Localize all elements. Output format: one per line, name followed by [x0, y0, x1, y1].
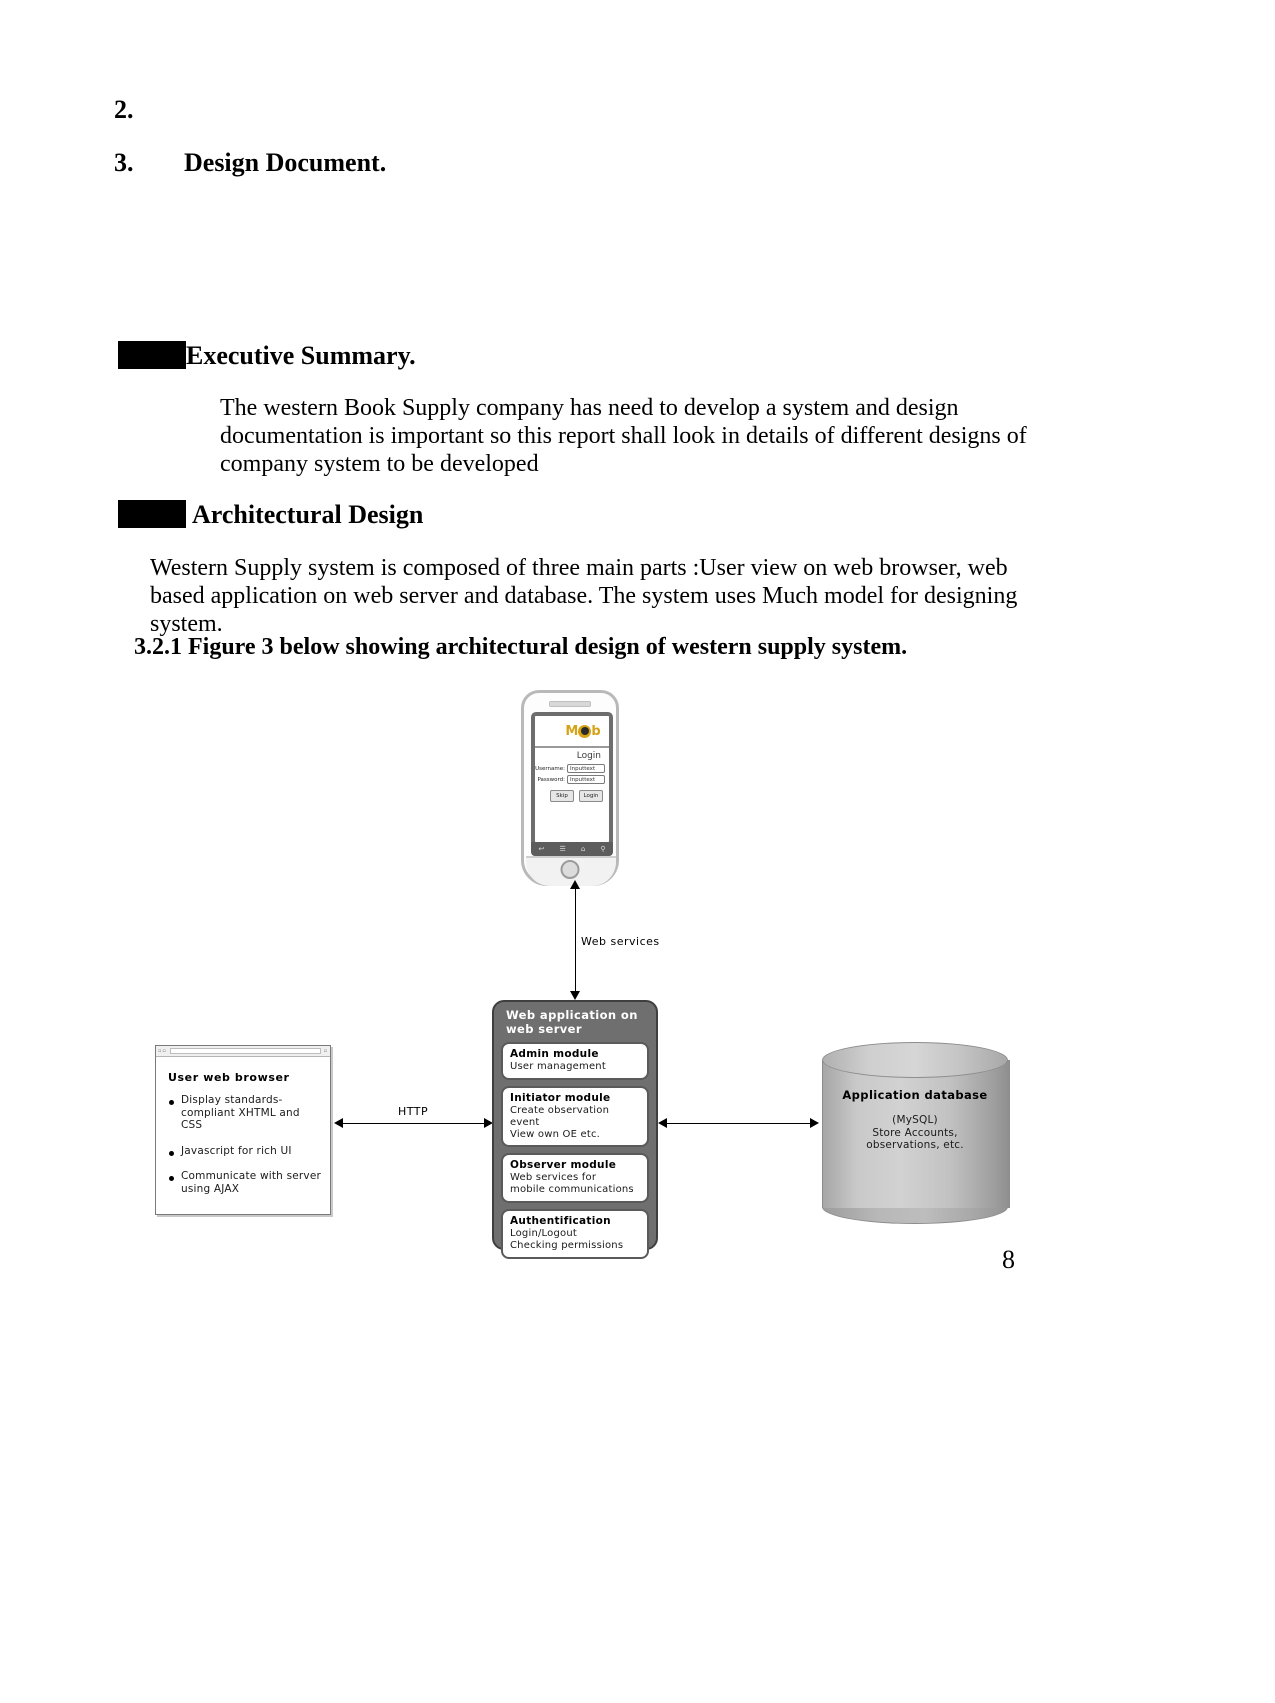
module-authentification-title: Authentification [510, 1214, 611, 1227]
redaction-block-arch-design [118, 500, 186, 528]
module-authentification: Authentification Login/Logout Checking pe… [501, 1208, 649, 1259]
connector-label-web-services: Web services [581, 935, 660, 948]
connector-arrow-right-db [810, 1118, 819, 1128]
phone-navigation-bar: ↩ ☰ ⌂ ⚲ [531, 842, 613, 856]
menu-icon[interactable]: ☰ [559, 845, 565, 853]
module-initiator: Initiator module Create observation even… [501, 1085, 649, 1148]
figure-caption: 3.2.1 Figure 3 below showing architectur… [134, 634, 908, 660]
logo-letter-m: M [565, 723, 579, 739]
trackball-icon[interactable] [560, 860, 580, 879]
connector-phone-server-line [575, 886, 576, 994]
eye-icon [578, 724, 592, 738]
connector-arrow-left-db [658, 1118, 667, 1128]
redaction-block-exec-summary [118, 341, 186, 369]
mobile-phone-mockup: M b Login Username: Inputtext Password: … [521, 690, 619, 886]
module-initiator-sub: Create observation event View own OE etc. [510, 1104, 610, 1140]
login-button[interactable]: Login [579, 790, 603, 802]
exec-summary-body: The western Book Supply company has need… [220, 395, 1027, 478]
browser-title: User web browser [168, 1071, 290, 1084]
module-observer-title: Observer module [510, 1159, 617, 1172]
back-icon[interactable]: ↩ [539, 845, 545, 853]
db-text-block: Application database (MySQL) Store Accoun… [822, 1088, 1008, 1152]
db-top-ellipse [822, 1042, 1008, 1078]
exec-summary-heading: Executive Summary. [186, 341, 416, 370]
module-initiator-title: Initiator module [510, 1091, 611, 1104]
username-label: Username: [535, 765, 565, 772]
app-logo-row: M b [535, 716, 609, 748]
connector-arrow-up [570, 880, 580, 889]
module-observer: Observer module Web services for mobile c… [501, 1153, 649, 1203]
browser-bullet-2: Javascript for rich UI [168, 1145, 322, 1158]
password-label: Password: [537, 776, 565, 783]
browser-address-bar[interactable] [169, 1048, 321, 1054]
architecture-diagram: M b Login Username: Inputtext Password: … [0, 680, 1275, 1280]
skip-button[interactable]: Skip [550, 790, 574, 802]
browser-content: User web browser Display standards-compl… [156, 1057, 330, 1196]
password-input[interactable]: Inputtext [567, 775, 605, 784]
logo-letter-b: b [591, 723, 601, 739]
module-observer-sub: Web services for mobile communications [510, 1172, 634, 1196]
phone-screen: M b Login Username: Inputtext Password: … [535, 716, 609, 842]
db-subtitle: (MySQL) Store Accounts, observations, etc. [866, 1114, 964, 1152]
password-row: Password: Inputtext [535, 775, 605, 784]
arch-design-heading: Architectural Design [192, 500, 424, 529]
section-number: 3. [114, 148, 134, 177]
browser-bullet-1: Display standards-compliant XHTML and CS… [168, 1094, 322, 1132]
phone-screen-frame: M b Login Username: Inputtext Password: … [531, 712, 613, 846]
browser-bullet-3: Communicate with server using AJAX [168, 1170, 322, 1195]
mob-logo: M b [565, 724, 600, 739]
search-icon[interactable]: ⚲ [600, 845, 605, 853]
server-title: Web application on web server [506, 1008, 638, 1036]
home-icon[interactable]: ⌂ [581, 845, 585, 853]
phone-button-row: Skip Login [535, 790, 603, 802]
module-admin-title: Admin module [510, 1048, 599, 1061]
section-title: Design Document. [184, 148, 387, 177]
connector-server-db-line [665, 1123, 815, 1124]
connector-arrow-down [570, 991, 580, 1000]
browser-controls-icon: ▫▫ [158, 1048, 167, 1054]
module-admin-sub: User management [510, 1061, 606, 1073]
db-title: Application database [842, 1088, 988, 1102]
browser-toolbar: ▫▫ ▫ [156, 1046, 330, 1057]
arch-design-body: Western Supply system is composed of thr… [150, 555, 1018, 638]
connector-arrow-left-http [334, 1118, 343, 1128]
username-row: Username: Inputtext [535, 764, 605, 773]
module-authentification-sub: Login/Logout Checking permissions [510, 1227, 624, 1251]
browser-menu-icon: ▫ [323, 1048, 328, 1054]
document-page: 2. 3. Design Document. Executive Summary… [0, 0, 1275, 1703]
web-application-server-box: Web application on web server Admin modu… [492, 1000, 658, 1259]
connector-browser-server-line [342, 1123, 488, 1124]
user-web-browser-window: ▫▫ ▫ User web browser Display standards-… [155, 1045, 331, 1215]
module-admin: Admin module User management [501, 1042, 649, 1080]
application-database-cylinder: Application database (MySQL) Store Accoun… [822, 1042, 1010, 1224]
list-item-2: 2. [114, 95, 134, 124]
login-title: Login [576, 751, 601, 761]
phone-speaker-icon [549, 701, 591, 707]
page-number: 8 [1002, 1245, 1015, 1274]
username-input[interactable]: Inputtext [567, 764, 605, 773]
connector-label-http: HTTP [398, 1105, 429, 1118]
